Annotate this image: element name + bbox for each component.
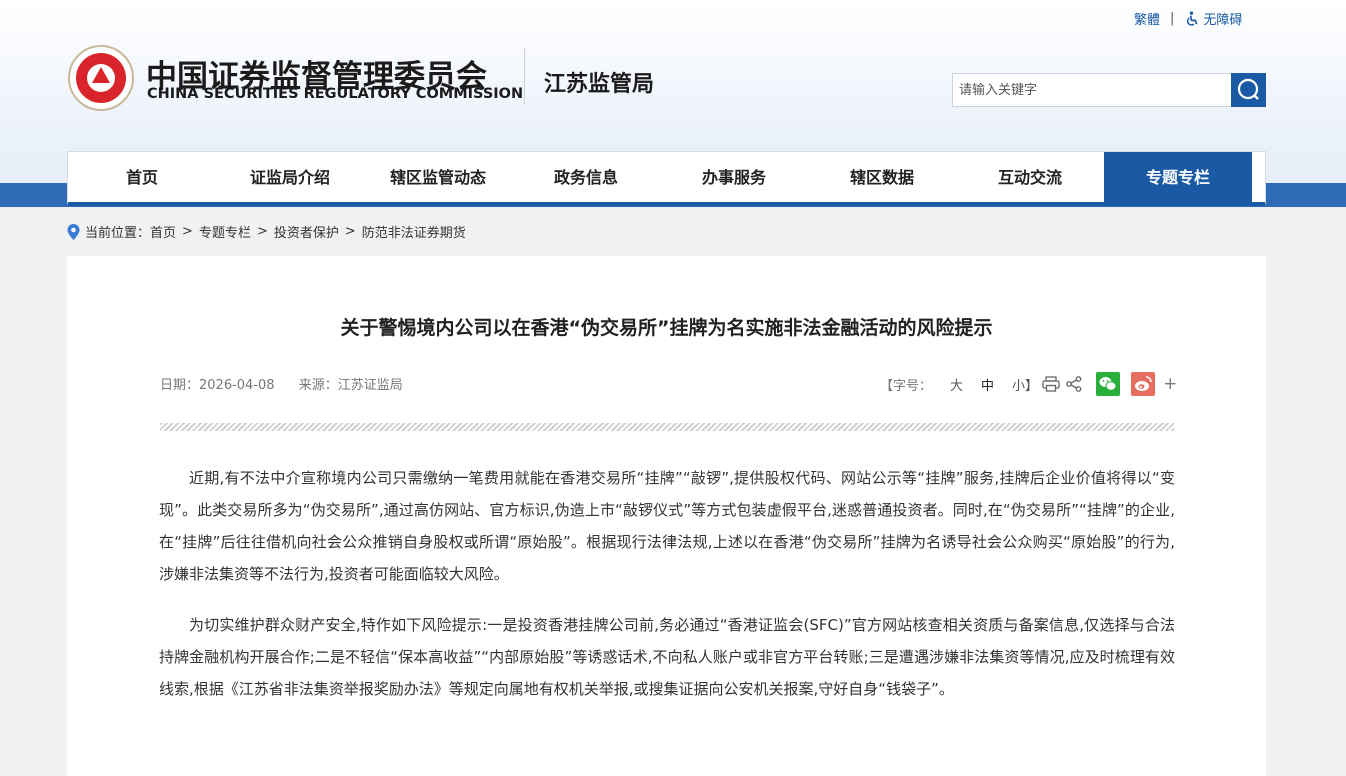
article-meta: 日期：2026-04-08 来源：江苏证监局	[160, 374, 403, 393]
weibo-icon[interactable]	[1131, 372, 1156, 396]
article-date: 日期：2026-04-08	[160, 378, 275, 393]
article-paragraph-1: 近期,有不法中介宣称境内公司只需缴纳一笔费用就能在香港交易所“挂牌”“敲锣”,提…	[159, 469, 1175, 583]
article-title: 关于警惕境内公司以在香港“伪交易所”挂牌为名实施非法金融活动的风险提示	[340, 317, 993, 339]
breadcrumb-separator: >	[344, 224, 356, 239]
logo-emblem	[92, 67, 110, 83]
wechat-icon[interactable]	[1096, 372, 1121, 396]
print-icon[interactable]	[1042, 376, 1060, 392]
breadcrumb-separator: >	[182, 224, 193, 239]
search-box	[952, 73, 1266, 107]
nav-item-government-info[interactable]: 政务信息	[512, 152, 660, 202]
article-paragraph-2: 为切实维护群众财产安全,特作如下风险提示:一是投资香港挂牌公司前,务必通过“香港…	[159, 616, 1175, 698]
header-divider	[524, 48, 525, 104]
breadcrumb-special-topics[interactable]: 专题专栏	[199, 222, 251, 241]
location-icon	[67, 223, 80, 240]
accessibility-link[interactable]: 无障碍	[1184, 9, 1242, 28]
traditional-chinese-link[interactable]: 繁體	[1134, 9, 1160, 28]
breadcrumb-current[interactable]: 防范非法证券期货	[362, 222, 466, 241]
org-name-en: CHINA SECURITIES REGULATORY COMMISSION	[147, 86, 524, 102]
breadcrumb-investor-protection[interactable]: 投资者保护	[274, 222, 339, 241]
font-size-medium[interactable]: 中	[981, 375, 994, 394]
font-size-label: 【字号：	[880, 378, 933, 394]
nav-item-regional-data[interactable]: 辖区数据	[808, 152, 956, 202]
article-source: 来源：江苏证监局	[298, 378, 403, 393]
title-separator	[160, 423, 1174, 431]
accessibility-icon	[1187, 11, 1198, 26]
nav-item-regulatory-news[interactable]: 辖区监管动态	[364, 152, 512, 202]
csrc-logo[interactable]	[68, 45, 134, 111]
breadcrumb-prefix: 当前位置：	[85, 226, 151, 241]
divider: |	[1170, 11, 1175, 26]
nav-item-home[interactable]: 首页	[68, 152, 216, 202]
bureau-name: 江苏监管局	[544, 72, 655, 97]
accessibility-label: 无障碍	[1203, 13, 1243, 28]
search-input[interactable]	[953, 74, 1231, 106]
font-size-large[interactable]: 大	[950, 375, 963, 394]
article-tools: 【字号： 大 中 小】 +	[880, 372, 1177, 396]
top-links: 繁體 | 无障碍	[1134, 9, 1242, 28]
breadcrumb-home[interactable]: 首页	[150, 222, 176, 241]
search-icon	[1237, 78, 1259, 100]
nav-item-services[interactable]: 办事服务	[660, 152, 808, 202]
font-size-small[interactable]: 小】	[1012, 375, 1038, 394]
nav-item-bureau-intro[interactable]: 证监局介绍	[216, 152, 364, 202]
breadcrumb: 当前位置： 首页 > 专题专栏 > 投资者保护 > 防范非法证券期货	[67, 222, 466, 241]
nav-item-interaction[interactable]: 互动交流	[956, 152, 1104, 202]
share-icon[interactable]	[1066, 376, 1082, 392]
plus-icon[interactable]: +	[1163, 374, 1177, 394]
main-nav: 首页 证监局介绍 辖区监管动态 政务信息 办事服务 辖区数据 互动交流 专题专栏	[67, 151, 1266, 206]
nav-item-special-topics[interactable]: 专题专栏	[1104, 152, 1252, 202]
breadcrumb-separator: >	[256, 224, 268, 239]
search-button[interactable]	[1231, 73, 1266, 107]
